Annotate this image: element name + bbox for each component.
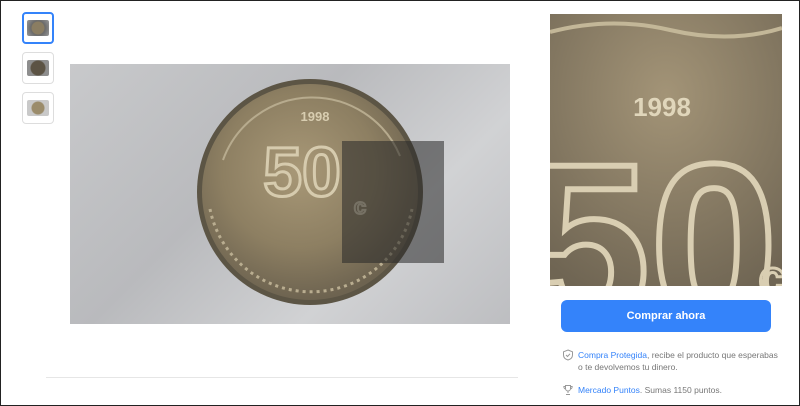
main-product-image[interactable]: 1998 50 c (70, 64, 510, 324)
buy-now-button[interactable]: Comprar ahora (561, 300, 771, 332)
thumbnail-3[interactable] (22, 92, 54, 124)
coin-photo: 1998 50 c (197, 79, 423, 305)
zoomed-coin-photo: 1998 50 c (550, 14, 782, 286)
protected-purchase-link[interactable]: Compra Protegida (578, 350, 647, 360)
zoom-lens (342, 141, 444, 263)
zoomed-image: 1998 50 c (550, 14, 782, 286)
thumbnail-2[interactable] (22, 52, 54, 84)
thumbnail-list (22, 12, 56, 132)
coin-denomination-text: 50 (263, 133, 341, 211)
coin-thumbnail-image (27, 20, 49, 36)
benefit-mercado-puntos: Mercado Puntos. Sumas 1150 puntos. (562, 384, 782, 396)
coin-year-text: 1998 (301, 109, 330, 124)
shield-icon (562, 349, 574, 361)
trophy-icon (562, 384, 574, 396)
coin-thumbnail-image (27, 100, 49, 116)
coin-thumbnail-image (27, 60, 49, 76)
mercado-puntos-link[interactable]: Mercado Puntos (578, 385, 640, 395)
zoomed-unit-text: c (759, 252, 782, 286)
benefit-protected-purchase: Compra Protegida, recibe el producto que… (562, 349, 782, 373)
mercado-puntos-text: . Sumas 1150 puntos. (639, 385, 722, 395)
zoomed-denomination-text: 50 (550, 116, 778, 286)
section-divider (46, 377, 518, 378)
thumbnail-1[interactable] (22, 12, 54, 44)
